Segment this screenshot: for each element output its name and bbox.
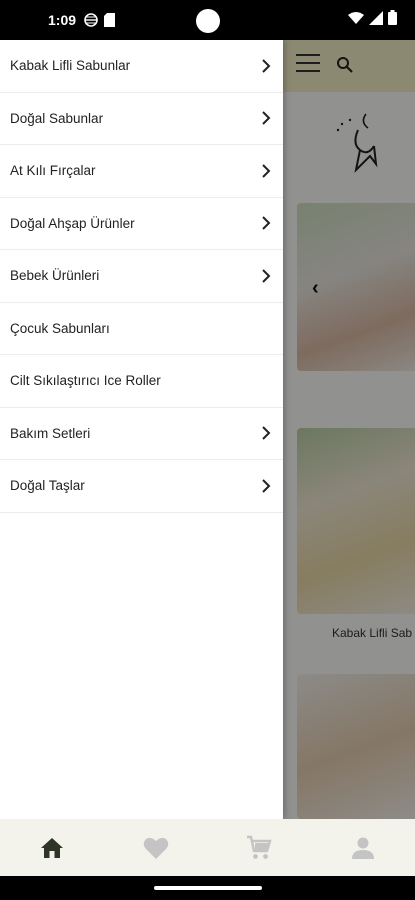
camera-cutout — [196, 9, 220, 33]
drawer-item-label: Cilt Sıkılaştırıcı Ice Roller — [10, 373, 161, 389]
drawer-item-bebek-urunleri[interactable]: Bebek Ürünleri — [0, 250, 283, 303]
sd-card-icon — [104, 13, 116, 27]
nav-favorites-button[interactable] — [126, 828, 186, 868]
drawer-item-kabak-lifli-sabunlar[interactable]: Kabak Lifli Sabunlar — [0, 40, 283, 93]
chevron-right-icon — [262, 164, 271, 178]
drawer-item-dogal-sabunlar[interactable]: Doğal Sabunlar — [0, 93, 283, 145]
drawer-item-bakim-setleri[interactable]: Bakım Setleri — [0, 408, 283, 460]
drawer-item-cocuk-sabunlari[interactable]: Çocuk Sabunları — [0, 303, 283, 355]
cart-icon — [247, 835, 272, 859]
category-drawer: Kabak Lifli Sabunlar Doğal Sabunlar At K… — [0, 40, 283, 819]
drawer-item-label: Doğal Sabunlar — [10, 110, 104, 126]
battery-icon — [388, 10, 397, 25]
drawer-item-label: Doğal Taşlar — [10, 478, 85, 494]
account-icon — [352, 837, 375, 859]
drawer-item-label: Doğal Ahşap Ürünler — [10, 215, 135, 231]
nav-account-button[interactable] — [333, 828, 393, 868]
vpn-globe-icon — [84, 13, 98, 27]
signal-icon — [369, 10, 383, 25]
chevron-right-icon — [262, 59, 271, 73]
drawer-item-label: Çocuk Sabunları — [10, 320, 110, 336]
drawer-item-dogal-taslar[interactable]: Doğal Taşlar — [0, 460, 283, 513]
drawer-item-label: Bakım Setleri — [10, 425, 91, 441]
home-icon — [40, 837, 63, 858]
drawer-item-label: Kabak Lifli Sabunlar — [10, 58, 131, 74]
chevron-right-icon — [262, 111, 271, 125]
wifi-icon — [348, 11, 364, 24]
drawer-item-label: At Kılı Fırçalar — [10, 163, 96, 179]
status-bar: 1:09 — [0, 0, 415, 40]
chevron-right-icon — [262, 479, 271, 493]
home-gesture-bar[interactable] — [154, 886, 262, 890]
status-time: 1:09 — [48, 12, 77, 28]
drawer-item-dogal-ahsap-urunler[interactable]: Doğal Ahşap Ürünler — [0, 198, 283, 250]
nav-home-button[interactable] — [22, 828, 82, 868]
bottom-navigation — [0, 819, 415, 876]
chevron-right-icon — [262, 426, 271, 440]
app-screen: ‹ Kabak Lifli Sab Kabak Lifli Sabunlar D… — [0, 40, 415, 819]
drawer-item-label: Bebek Ürünleri — [10, 268, 100, 284]
heart-icon — [143, 837, 168, 859]
drawer-item-ice-roller[interactable]: Cilt Sıkılaştırıcı Ice Roller — [0, 355, 283, 408]
chevron-right-icon — [262, 269, 271, 283]
drawer-item-at-kili-fircalar[interactable]: At Kılı Fırçalar — [0, 145, 283, 198]
system-gesture-area — [0, 876, 415, 900]
chevron-right-icon — [262, 216, 271, 230]
nav-cart-button[interactable] — [229, 828, 289, 868]
